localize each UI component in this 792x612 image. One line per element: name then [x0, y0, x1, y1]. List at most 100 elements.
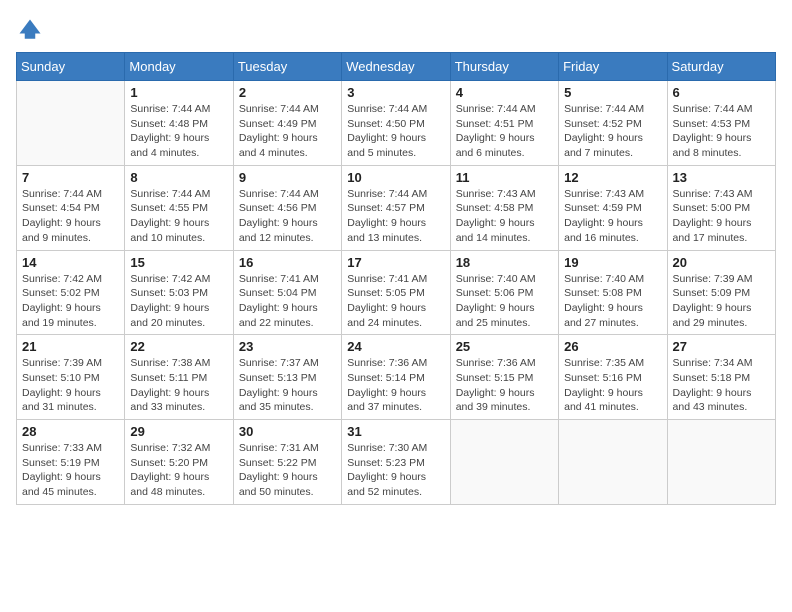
week-row: 14 Sunrise: 7:42 AMSunset: 5:02 PMDayligh…: [17, 250, 776, 335]
day-info: Sunrise: 7:35 AMSunset: 5:16 PMDaylight:…: [564, 356, 661, 415]
day-info: Sunrise: 7:44 AMSunset: 4:54 PMDaylight:…: [22, 187, 119, 246]
day-cell: 19 Sunrise: 7:40 AMSunset: 5:08 PMDayligh…: [559, 250, 667, 335]
day-number: 20: [673, 255, 770, 270]
day-number: 6: [673, 85, 770, 100]
day-number: 1: [130, 85, 227, 100]
day-number: 16: [239, 255, 336, 270]
day-info: Sunrise: 7:44 AMSunset: 4:49 PMDaylight:…: [239, 102, 336, 161]
day-cell: 5 Sunrise: 7:44 AMSunset: 4:52 PMDaylight…: [559, 81, 667, 166]
day-cell: 30 Sunrise: 7:31 AMSunset: 5:22 PMDayligh…: [233, 420, 341, 505]
day-number: 9: [239, 170, 336, 185]
day-cell: 11 Sunrise: 7:43 AMSunset: 4:58 PMDayligh…: [450, 165, 558, 250]
calendar: SundayMondayTuesdayWednesdayThursdayFrid…: [16, 52, 776, 505]
day-number: 25: [456, 339, 553, 354]
header-cell-wednesday: Wednesday: [342, 53, 450, 81]
day-info: Sunrise: 7:43 AMSunset: 4:58 PMDaylight:…: [456, 187, 553, 246]
day-cell: 18 Sunrise: 7:40 AMSunset: 5:06 PMDayligh…: [450, 250, 558, 335]
day-cell: 29 Sunrise: 7:32 AMSunset: 5:20 PMDayligh…: [125, 420, 233, 505]
day-cell: 15 Sunrise: 7:42 AMSunset: 5:03 PMDayligh…: [125, 250, 233, 335]
day-cell: 23 Sunrise: 7:37 AMSunset: 5:13 PMDayligh…: [233, 335, 341, 420]
day-number: 11: [456, 170, 553, 185]
day-number: 15: [130, 255, 227, 270]
day-number: 3: [347, 85, 444, 100]
day-cell: [667, 420, 775, 505]
day-number: 12: [564, 170, 661, 185]
day-cell: 2Sunrise: 7:44 AMSunset: 4:49 PMDaylight…: [233, 81, 341, 166]
day-info: Sunrise: 7:44 AMSunset: 4:55 PMDaylight:…: [130, 187, 227, 246]
day-info: Sunrise: 7:43 AMSunset: 5:00 PMDaylight:…: [673, 187, 770, 246]
header-cell-sunday: Sunday: [17, 53, 125, 81]
week-row: 21 Sunrise: 7:39 AMSunset: 5:10 PMDayligh…: [17, 335, 776, 420]
day-cell: 28Sunrise: 7:33 AMSunset: 5:19 PMDayligh…: [17, 420, 125, 505]
header-cell-saturday: Saturday: [667, 53, 775, 81]
day-number: 17: [347, 255, 444, 270]
day-info: Sunrise: 7:41 AMSunset: 5:05 PMDaylight:…: [347, 272, 444, 331]
day-info: Sunrise: 7:39 AMSunset: 5:10 PMDaylight:…: [22, 356, 119, 415]
day-number: 24: [347, 339, 444, 354]
day-info: Sunrise: 7:44 AMSunset: 4:57 PMDaylight:…: [347, 187, 444, 246]
day-info: Sunrise: 7:40 AMSunset: 5:08 PMDaylight:…: [564, 272, 661, 331]
day-info: Sunrise: 7:44 AMSunset: 4:52 PMDaylight:…: [564, 102, 661, 161]
day-info: Sunrise: 7:30 AMSunset: 5:23 PMDaylight:…: [347, 441, 444, 500]
day-info: Sunrise: 7:37 AMSunset: 5:13 PMDaylight:…: [239, 356, 336, 415]
day-info: Sunrise: 7:39 AMSunset: 5:09 PMDaylight:…: [673, 272, 770, 331]
day-cell: 21 Sunrise: 7:39 AMSunset: 5:10 PMDayligh…: [17, 335, 125, 420]
day-info: Sunrise: 7:34 AMSunset: 5:18 PMDaylight:…: [673, 356, 770, 415]
day-info: Sunrise: 7:42 AMSunset: 5:03 PMDaylight:…: [130, 272, 227, 331]
week-row: 7 Sunrise: 7:44 AMSunset: 4:54 PMDaylight…: [17, 165, 776, 250]
day-cell: 26 Sunrise: 7:35 AMSunset: 5:16 PMDayligh…: [559, 335, 667, 420]
header-row: SundayMondayTuesdayWednesdayThursdayFrid…: [17, 53, 776, 81]
day-info: Sunrise: 7:44 AMSunset: 4:50 PMDaylight:…: [347, 102, 444, 161]
day-number: 7: [22, 170, 119, 185]
day-cell: 25 Sunrise: 7:36 AMSunset: 5:15 PMDayligh…: [450, 335, 558, 420]
day-info: Sunrise: 7:36 AMSunset: 5:15 PMDaylight:…: [456, 356, 553, 415]
day-number: 18: [456, 255, 553, 270]
day-number: 27: [673, 339, 770, 354]
day-number: 5: [564, 85, 661, 100]
day-number: 14: [22, 255, 119, 270]
day-cell: 17 Sunrise: 7:41 AMSunset: 5:05 PMDayligh…: [342, 250, 450, 335]
day-number: 10: [347, 170, 444, 185]
day-info: Sunrise: 7:42 AMSunset: 5:02 PMDaylight:…: [22, 272, 119, 331]
day-number: 30: [239, 424, 336, 439]
day-number: 22: [130, 339, 227, 354]
day-number: 29: [130, 424, 227, 439]
day-number: 13: [673, 170, 770, 185]
day-cell: 14 Sunrise: 7:42 AMSunset: 5:02 PMDayligh…: [17, 250, 125, 335]
day-cell: 27 Sunrise: 7:34 AMSunset: 5:18 PMDayligh…: [667, 335, 775, 420]
day-info: Sunrise: 7:44 AMSunset: 4:51 PMDaylight:…: [456, 102, 553, 161]
day-cell: 13 Sunrise: 7:43 AMSunset: 5:00 PMDayligh…: [667, 165, 775, 250]
day-cell: 16 Sunrise: 7:41 AMSunset: 5:04 PMDayligh…: [233, 250, 341, 335]
day-info: Sunrise: 7:36 AMSunset: 5:14 PMDaylight:…: [347, 356, 444, 415]
day-info: Sunrise: 7:44 AMSunset: 4:48 PMDaylight:…: [130, 102, 227, 161]
day-number: 19: [564, 255, 661, 270]
day-cell: 22Sunrise: 7:38 AMSunset: 5:11 PMDayligh…: [125, 335, 233, 420]
day-cell: 12 Sunrise: 7:43 AMSunset: 4:59 PMDayligh…: [559, 165, 667, 250]
day-cell: 6Sunrise: 7:44 AMSunset: 4:53 PMDaylight…: [667, 81, 775, 166]
header: [16, 16, 776, 44]
day-cell: 9 Sunrise: 7:44 AMSunset: 4:56 PMDaylight…: [233, 165, 341, 250]
day-number: 4: [456, 85, 553, 100]
day-number: 28: [22, 424, 119, 439]
day-info: Sunrise: 7:43 AMSunset: 4:59 PMDaylight:…: [564, 187, 661, 246]
day-info: Sunrise: 7:41 AMSunset: 5:04 PMDaylight:…: [239, 272, 336, 331]
day-number: 21: [22, 339, 119, 354]
day-info: Sunrise: 7:44 AMSunset: 4:56 PMDaylight:…: [239, 187, 336, 246]
day-info: Sunrise: 7:32 AMSunset: 5:20 PMDaylight:…: [130, 441, 227, 500]
day-info: Sunrise: 7:40 AMSunset: 5:06 PMDaylight:…: [456, 272, 553, 331]
day-cell: [450, 420, 558, 505]
day-number: 26: [564, 339, 661, 354]
day-cell: 24 Sunrise: 7:36 AMSunset: 5:14 PMDayligh…: [342, 335, 450, 420]
day-cell: 8 Sunrise: 7:44 AMSunset: 4:55 PMDaylight…: [125, 165, 233, 250]
day-number: 8: [130, 170, 227, 185]
day-cell: 3 Sunrise: 7:44 AMSunset: 4:50 PMDaylight…: [342, 81, 450, 166]
day-info: Sunrise: 7:31 AMSunset: 5:22 PMDaylight:…: [239, 441, 336, 500]
header-cell-thursday: Thursday: [450, 53, 558, 81]
week-row: 28Sunrise: 7:33 AMSunset: 5:19 PMDayligh…: [17, 420, 776, 505]
day-cell: 10 Sunrise: 7:44 AMSunset: 4:57 PMDayligh…: [342, 165, 450, 250]
day-number: 23: [239, 339, 336, 354]
logo: [16, 16, 48, 44]
header-cell-tuesday: Tuesday: [233, 53, 341, 81]
header-cell-monday: Monday: [125, 53, 233, 81]
logo-icon: [16, 16, 44, 44]
